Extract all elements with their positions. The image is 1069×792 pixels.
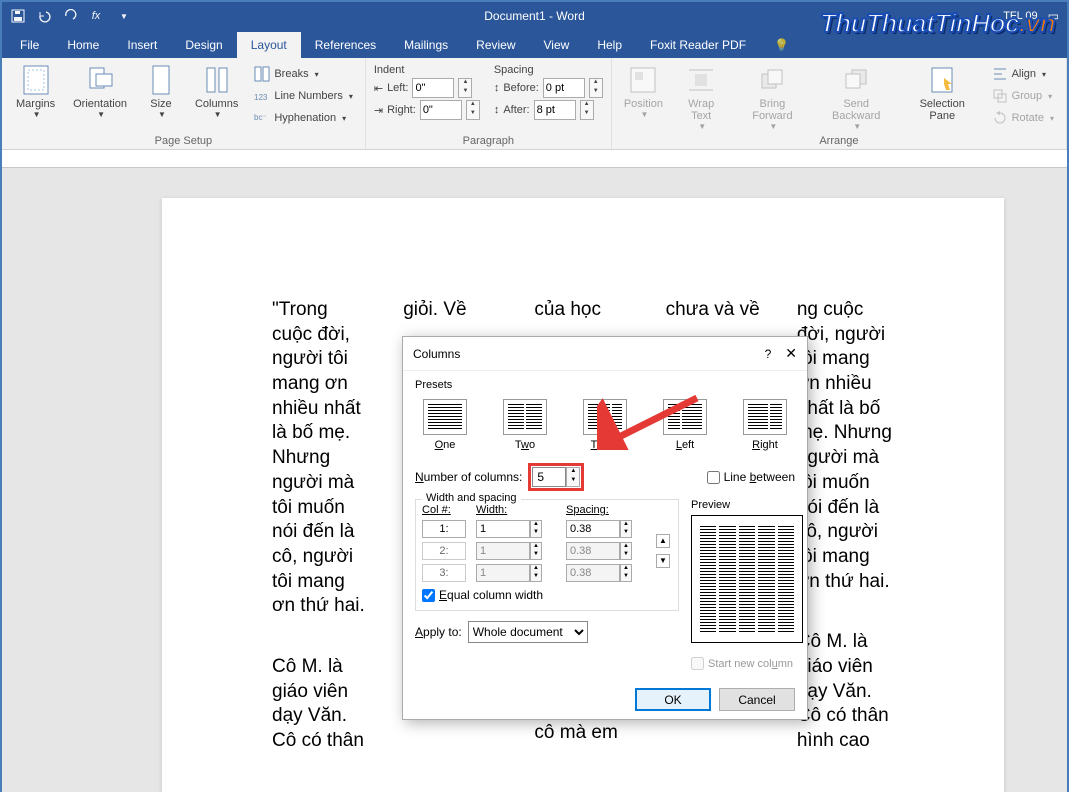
save-icon[interactable] [10,8,26,24]
ribbon: Margins▼ Orientation▼ Size▼ Columns▼ Bre… [2,58,1067,150]
text-col-5: ng cuộc đời, người tôi mang ơn nhiều nhấ… [797,298,894,790]
close-icon[interactable]: ✕ [785,345,797,362]
columns-button[interactable]: Columns▼ [189,62,244,133]
help-icon[interactable]: ? [765,347,772,361]
tab-mailings[interactable]: Mailings [390,32,462,58]
undo-icon[interactable] [36,8,52,24]
selection-pane-button[interactable]: Selection Pane [903,62,982,133]
fx-icon[interactable]: fx [88,8,104,24]
num-columns-highlight: ▲▼ [528,463,584,491]
apply-to-label: Apply to: [415,625,462,639]
horizontal-ruler[interactable] [2,150,1067,168]
preset-left[interactable]: Left [663,399,707,451]
preset-three[interactable]: Three [583,399,627,451]
ok-button[interactable]: OK [635,688,711,711]
tab-layout[interactable]: Layout [237,32,301,58]
group-page-setup: Margins▼ Orientation▼ Size▼ Columns▼ Bre… [2,58,366,149]
qat-dropdown-icon[interactable]: ▼ [116,8,132,24]
hyphenation-button[interactable]: bc⁻Hyphenation▾ [250,108,357,128]
tab-help[interactable]: Help [583,32,636,58]
svg-text:bc⁻: bc⁻ [254,113,267,122]
indent-right-field[interactable]: ⇥Right:▲▼ [374,100,480,120]
equal-width-checkbox[interactable]: Equal column width [422,588,672,602]
presets-row: One Two Three Left Right [415,395,795,459]
group-paragraph: Indent ⇤Left:▲▼ ⇥Right:▲▼ Spacing ↕Befor… [366,58,612,149]
cancel-button[interactable]: Cancel [719,688,795,711]
indent-left-field[interactable]: ⇤Left:▲▼ [374,78,480,98]
margins-button[interactable]: Margins▼ [10,62,61,133]
preview-label: Preview [691,499,803,511]
group-button: Group▾ [988,86,1058,106]
apply-to-select[interactable]: Whole document [468,621,588,643]
tab-design[interactable]: Design [171,32,236,58]
quick-access-toolbar: fx ▼ [10,8,132,24]
line-numbers-button[interactable]: 123Line Numbers▾ [250,86,357,106]
tab-home[interactable]: Home [53,32,113,58]
rotate-button: Rotate▾ [988,108,1058,128]
tell-me-icon[interactable]: 💡 [760,32,803,58]
redo-icon[interactable] [62,8,78,24]
bring-forward-button: Bring Forward▼ [735,62,809,133]
preset-two[interactable]: Two [503,399,547,451]
presets-label: Presets [415,379,795,391]
preset-one[interactable]: One [423,399,467,451]
tab-foxit[interactable]: Foxit Reader PDF [636,32,760,58]
dialog-title: Columns [413,347,765,361]
preview-box [691,515,803,643]
size-button[interactable]: Size▼ [139,62,183,133]
dialog-titlebar[interactable]: Columns ? ✕ [403,337,807,371]
window-controls: ▭ [1048,9,1059,23]
breaks-button[interactable]: Breaks▾ [250,64,357,84]
position-button: Position▼ [620,62,667,133]
text-col-1: "Trong cuộc đời, người tôi mang ơn nhiều… [272,298,369,790]
align-button[interactable]: Align▾ [988,64,1058,84]
title-bar: fx ▼ Document1 - Word TFL 09 ▭ [2,2,1067,30]
tab-review[interactable]: Review [462,32,529,58]
user-badge[interactable]: TFL 09 [1003,10,1047,22]
spacing-before-field[interactable]: ↕Before:▲▼ [494,78,603,98]
num-columns-input[interactable] [532,467,566,487]
svg-text:123: 123 [254,93,268,102]
ribbon-tabs: File Home Insert Design Layout Reference… [2,30,1067,58]
tab-references[interactable]: References [301,32,390,58]
columns-dialog: Columns ? ✕ Presets One Two Three Left Right… [402,336,808,720]
tab-file[interactable]: File [6,32,53,58]
num-columns-spinner[interactable]: ▲▼ [566,467,580,487]
indent-label: Indent [374,64,480,76]
ribbon-options-icon[interactable]: ▭ [1048,9,1059,23]
start-new-column-checkbox: Start new column [691,657,803,670]
line-between-checkbox[interactable]: Line between [707,470,795,484]
group-arrange: Position▼ Wrap Text▼ Bring Forward▼ Send… [612,58,1067,149]
spacing-after-field[interactable]: ↕After:▲▼ [494,100,603,120]
tab-insert[interactable]: Insert [113,32,171,58]
preset-right[interactable]: Right [743,399,787,451]
wrap-text-button: Wrap Text▼ [673,62,729,133]
window-title: Document1 - Word [484,9,584,23]
num-columns-label: Number of columns: [415,470,522,484]
width-spacing-group: Width and spacing Col #:Width:Spacing:1:… [415,499,679,611]
spacing-label: Spacing [494,64,603,76]
send-backward-button: Send Backward▼ [816,62,897,133]
tab-view[interactable]: View [530,32,584,58]
orientation-button[interactable]: Orientation▼ [67,62,133,133]
